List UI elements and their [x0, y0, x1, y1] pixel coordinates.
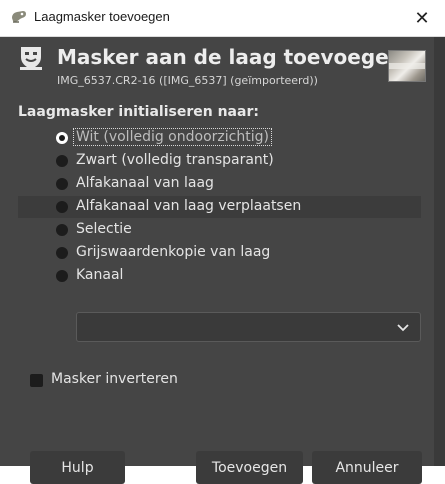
- radio-button[interactable]: [56, 270, 68, 282]
- chevron-down-icon: [397, 324, 409, 332]
- radio-label: Alfakanaal van laag: [76, 175, 214, 191]
- radio-button[interactable]: [56, 155, 68, 167]
- close-icon: ✕: [414, 7, 430, 29]
- radio-option-black[interactable]: Zwart (volledig transparant): [18, 150, 421, 172]
- radio-option-layer-alpha[interactable]: Alfakanaal van laag: [18, 173, 421, 195]
- help-button[interactable]: Hulp: [30, 451, 125, 484]
- window-titlebar: Laagmasker toevoegen ✕: [0, 0, 445, 37]
- radio-option-channel[interactable]: Kanaal: [18, 265, 421, 287]
- add-layer-mask-dialog: Masker aan de laag toevoegen IMG_6537.CR…: [0, 37, 445, 484]
- close-button[interactable]: ✕: [399, 0, 445, 36]
- radio-option-grayscale-copy[interactable]: Grijswaardenkopie van laag: [18, 242, 421, 264]
- radio-option-transfer-alpha[interactable]: Alfakanaal van laag verplaatsen: [18, 196, 421, 218]
- radio-label: Wit (volledig ondoorzichtig): [73, 128, 272, 146]
- radio-button[interactable]: [56, 247, 68, 259]
- dialog-title: Masker aan de laag toevoegen: [57, 45, 403, 69]
- window-title: Laagmasker toevoegen: [34, 9, 170, 24]
- invert-mask-checkbox[interactable]: [30, 374, 43, 387]
- add-button[interactable]: Toevoegen: [196, 451, 303, 484]
- dialog-edge: [434, 37, 445, 466]
- radio-button[interactable]: [56, 224, 68, 236]
- radio-option-selection[interactable]: Selectie: [18, 219, 421, 241]
- gimp-app-icon: [12, 11, 26, 23]
- radio-label: Kanaal: [76, 267, 124, 283]
- invert-mask-label: Masker inverteren: [51, 371, 178, 387]
- radio-button[interactable]: [56, 132, 68, 144]
- init-section-label: Laagmasker initialiseren naar:: [18, 104, 259, 120]
- radio-button[interactable]: [56, 178, 68, 190]
- layer-mask-icon: [20, 47, 42, 70]
- radio-label: Grijswaardenkopie van laag: [76, 244, 271, 260]
- layer-thumbnail: [388, 50, 426, 82]
- dialog-subtitle: IMG_6537.CR2-16 ([IMG_6537] (geïmporteer…: [57, 74, 318, 87]
- radio-label: Zwart (volledig transparant): [76, 152, 274, 168]
- radio-option-white[interactable]: Wit (volledig ondoorzichtig): [18, 127, 421, 149]
- radio-label: Alfakanaal van laag verplaatsen: [76, 198, 302, 214]
- cancel-button[interactable]: Annuleer: [312, 451, 422, 484]
- radio-button[interactable]: [56, 201, 68, 213]
- radio-label: Selectie: [76, 221, 132, 237]
- channel-dropdown[interactable]: [76, 312, 421, 342]
